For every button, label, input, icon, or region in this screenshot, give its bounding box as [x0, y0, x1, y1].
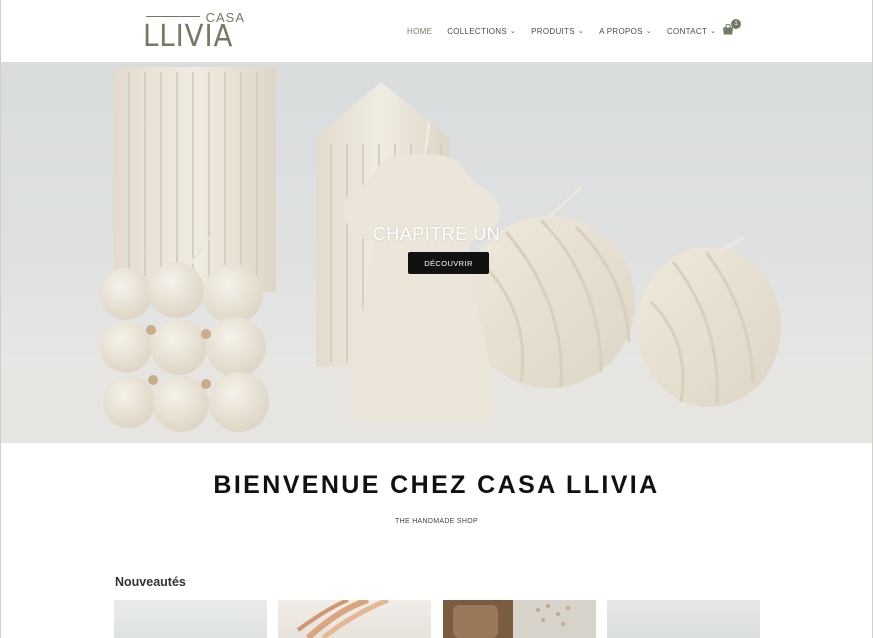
nav-item-label: PRODUITS — [531, 26, 575, 36]
product-image — [443, 600, 570, 638]
nav-item-label: COLLECTIONS — [447, 26, 507, 36]
new-products-heading: Nouveautés — [115, 575, 186, 589]
logo-llivia-text: LLIVIA — [143, 19, 234, 54]
nav-item-produits[interactable]: PRODUITS ⌄ — [531, 27, 584, 36]
product-card[interactable] — [114, 600, 267, 638]
nav-item-a-propos[interactable]: A PROPOS ⌄ — [599, 27, 652, 36]
brand-logo[interactable]: CASA LLIVIA — [143, 10, 247, 54]
site-header: CASA LLIVIA HOME COLLECTIONS ⌄ PRODUITS … — [0, 0, 873, 62]
chevron-down-icon: ⌄ — [509, 28, 517, 35]
main-nav: HOME COLLECTIONS ⌄ PRODUITS ⌄ A PROPOS ⌄… — [407, 25, 731, 37]
product-card[interactable] — [607, 600, 760, 638]
nav-item-label: HOME — [407, 26, 433, 36]
hero-title: CHAPITRE UN — [372, 224, 501, 244]
hero-banner: CHAPITRE UN DÉCOUVRIR — [1, 62, 872, 443]
nav-item-label: CONTACT — [666, 26, 708, 36]
nav-item-contact[interactable]: CONTACT ⌄ — [667, 27, 716, 36]
discover-button[interactable]: DÉCOUVRIR — [408, 252, 489, 274]
nav-item-collections[interactable]: COLLECTIONS ⌄ — [447, 27, 516, 36]
cart-button[interactable]: 1 — [722, 19, 741, 38]
product-card[interactable] — [278, 600, 431, 638]
nav-item-home[interactable]: HOME — [407, 27, 432, 36]
logo-rule — [146, 16, 200, 17]
welcome-subtitle: THE HANDMADE SHOP — [395, 518, 478, 525]
nav-item-label: A PROPOS — [599, 26, 643, 36]
chevron-down-icon: ⌄ — [577, 28, 585, 35]
product-image — [296, 600, 389, 638]
chevron-down-icon: ⌄ — [710, 28, 717, 35]
welcome-heading: BIENVENUE CHEZ CASA LLIVIA — [213, 471, 660, 499]
chevron-down-icon: ⌄ — [645, 28, 652, 35]
product-card[interactable] — [443, 600, 596, 638]
new-products-grid — [114, 600, 760, 638]
cart-count-badge: 1 — [731, 19, 741, 29]
